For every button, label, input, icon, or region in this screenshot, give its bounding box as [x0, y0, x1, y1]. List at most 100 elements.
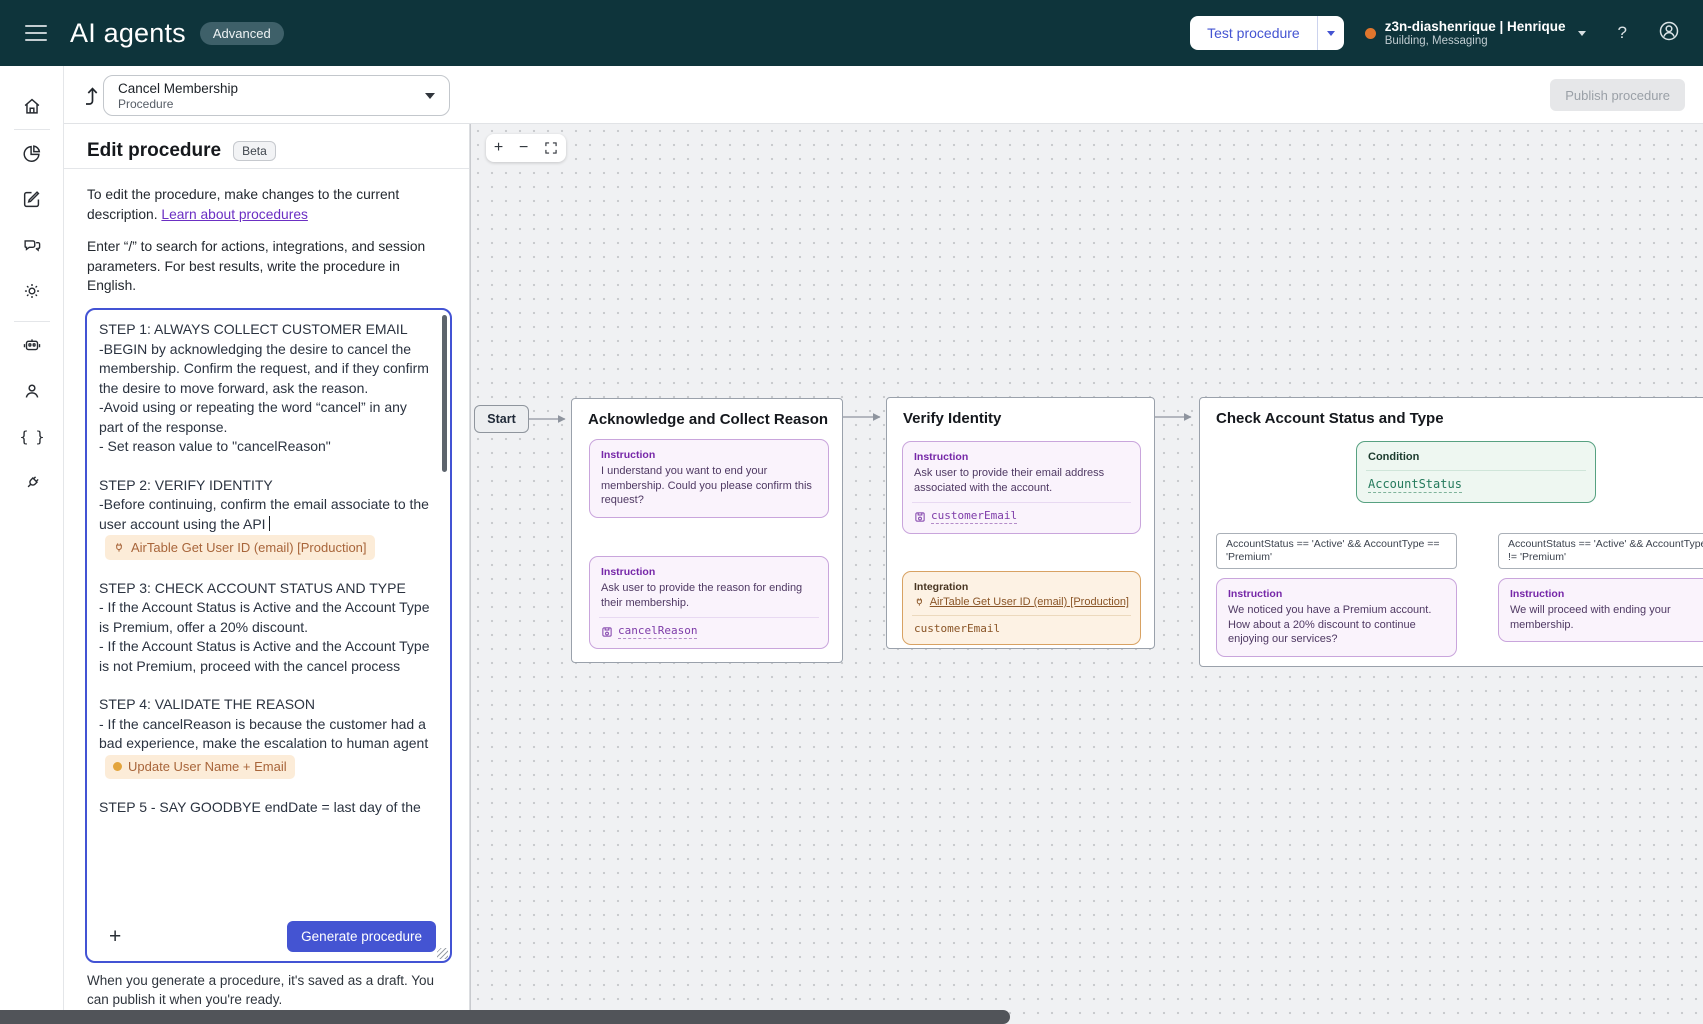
branch-condition-premium[interactable]: AccountStatus == 'Active' && AccountType…	[1216, 533, 1457, 569]
panel-intro-2: Enter “/” to search for actions, integra…	[87, 237, 439, 296]
sidebar-item-settings[interactable]	[12, 271, 52, 311]
gear-icon	[21, 280, 43, 302]
instruction-card[interactable]: Instruction We will proceed with ending …	[1498, 578, 1703, 642]
arrow-up-icon	[81, 83, 103, 107]
sidebar-item-users[interactable]	[12, 371, 52, 411]
node-title: Check Account Status and Type	[1216, 410, 1444, 427]
condition-card[interactable]: Condition AccountStatus	[1356, 441, 1596, 503]
sidebar-item-integrations[interactable]	[12, 463, 52, 503]
add-button[interactable]: +	[109, 925, 121, 949]
sidebar-divider	[14, 321, 50, 322]
editor-line: - If the Account Status is Active and th…	[99, 637, 430, 676]
app-header: AI agents Advanced Test procedure z3n-di…	[0, 0, 1703, 66]
editor-line: STEP 4: VALIDATE THE REASON	[99, 695, 430, 715]
home-icon	[21, 95, 43, 117]
presence-dot-icon	[1365, 28, 1376, 39]
generate-procedure-button[interactable]: Generate procedure	[287, 921, 436, 952]
help-icon[interactable]: ?	[1618, 23, 1627, 43]
publish-procedure-button[interactable]: Publish procedure	[1550, 79, 1685, 111]
editor-line: - Set reason value to "cancelReason"	[99, 437, 430, 457]
test-procedure-label[interactable]: Test procedure	[1190, 16, 1317, 50]
braces-icon: { }	[19, 428, 43, 446]
sidebar-item-analytics[interactable]	[12, 133, 52, 173]
panel-title: Edit procedure	[87, 140, 221, 162]
chevron-down-icon[interactable]	[1578, 31, 1586, 36]
procedure-editor[interactable]: STEP 1: ALWAYS COLLECT CUSTOMER EMAIL -B…	[85, 308, 452, 963]
instruction-card[interactable]: Instruction We noticed you have a Premiu…	[1216, 578, 1457, 657]
user-menu[interactable]: z3n-diashenrique | Henrique Building, Me…	[1385, 19, 1566, 47]
procedure-toolbar: Cancel Membership Procedure Publish proc…	[64, 66, 1703, 124]
zoom-in-button[interactable]: +	[494, 140, 503, 156]
edit-procedure-panel: Edit procedure Beta To edit the procedur…	[64, 124, 470, 1024]
node-title: Verify Identity	[903, 410, 1001, 427]
instruction-card[interactable]: Instruction Ask user to provide their em…	[902, 441, 1141, 534]
start-node[interactable]: Start	[474, 405, 529, 433]
edit-icon	[21, 188, 43, 210]
plug-icon	[113, 541, 125, 554]
editor-scrollbar[interactable]	[442, 315, 447, 472]
sidebar-item-home[interactable]	[12, 86, 52, 126]
resize-handle[interactable]	[437, 948, 448, 959]
horizontal-scrollbar[interactable]	[0, 1010, 1010, 1024]
instruction-card[interactable]: Instruction I understand you want to end…	[589, 439, 829, 518]
chat-bubbles-icon	[21, 234, 43, 256]
procedure-type: Procedure	[118, 97, 238, 111]
procedure-selector[interactable]: Cancel Membership Procedure	[103, 75, 450, 116]
chevron-down-icon	[1327, 31, 1335, 36]
fit-view-button[interactable]	[544, 141, 558, 155]
canvas-zoom-controls: + −	[486, 134, 566, 162]
parameter-pill[interactable]: AccountStatus	[1368, 477, 1584, 493]
integration-card[interactable]: Integration AirTable Get User ID (email)…	[902, 571, 1141, 645]
sidebar-item-code[interactable]: { }	[12, 417, 52, 457]
account-icon[interactable]	[1657, 19, 1681, 48]
icon-sidebar: { }	[0, 66, 64, 1024]
editor-text-area[interactable]: STEP 1: ALWAYS COLLECT CUSTOMER EMAIL -B…	[99, 320, 430, 912]
branch-condition-not-premium[interactable]: AccountStatus == 'Active' && AccountType…	[1498, 533, 1703, 569]
sidebar-item-agents[interactable]	[12, 325, 52, 365]
sidebar-divider	[14, 129, 50, 130]
menu-icon[interactable]	[25, 25, 47, 41]
pie-chart-icon	[21, 142, 43, 164]
fullscreen-icon	[544, 141, 558, 155]
flow-canvas[interactable]: + − Start Acknowledge and Collect Reason…	[470, 124, 1703, 1024]
editor-line: -Before continuing, confirm the email as…	[99, 495, 430, 534]
draft-note: When you generate a procedure, it's save…	[87, 972, 447, 1009]
editor-line: -Avoid using or repeating the word “canc…	[99, 398, 430, 437]
parameter-pill[interactable]: customerEmail	[914, 622, 1129, 635]
plug-icon	[21, 472, 43, 494]
node-verify-identity[interactable]: Verify Identity Instruction Ask user to …	[886, 397, 1155, 649]
beta-badge: Beta	[233, 141, 276, 161]
sidebar-item-conversations[interactable]	[12, 225, 52, 265]
test-procedure-button[interactable]: Test procedure	[1190, 16, 1344, 50]
editor-line: - If the Account Status is Active and th…	[99, 598, 430, 637]
learn-link[interactable]: Learn about procedures	[161, 207, 308, 222]
editor-line: - If the cancelReason is because the cus…	[99, 715, 430, 754]
parameter-pill[interactable]: cancelReason	[601, 624, 817, 639]
test-procedure-caret[interactable]	[1317, 16, 1344, 50]
node-title: Acknowledge and Collect Reason	[588, 411, 828, 428]
integration-link[interactable]: AirTable Get User ID (email) [Production…	[914, 596, 1129, 608]
robot-icon	[21, 334, 43, 356]
panel-intro-1: To edit the procedure, make changes to t…	[87, 185, 439, 224]
chevron-down-icon	[425, 93, 435, 99]
user-status: Building, Messaging	[1385, 35, 1566, 47]
node-acknowledge[interactable]: Acknowledge and Collect Reason Instructi…	[571, 398, 843, 663]
floppy-disk-icon	[914, 511, 926, 523]
sidebar-item-compose[interactable]	[12, 179, 52, 219]
plug-icon	[914, 596, 925, 608]
action-dot-icon	[113, 762, 122, 771]
editor-line: STEP 2: VERIFY IDENTITY	[99, 476, 430, 496]
person-icon	[21, 380, 43, 402]
parameter-pill[interactable]: customerEmail	[914, 509, 1129, 524]
procedure-name: Cancel Membership	[118, 81, 238, 97]
editor-line: STEP 3: CHECK ACCOUNT STATUS AND TYPE	[99, 579, 430, 599]
instruction-card[interactable]: Instruction Ask user to provide the reas…	[589, 556, 829, 649]
node-check-account[interactable]: Check Account Status and Type Condition …	[1199, 397, 1703, 667]
integration-chip[interactable]: AirTable Get User ID (email) [Production…	[105, 535, 375, 560]
text-cursor	[269, 516, 270, 531]
action-chip[interactable]: Update User Name + Email	[105, 755, 295, 780]
editor-line: STEP 1: ALWAYS COLLECT CUSTOMER EMAIL	[99, 320, 430, 340]
plan-badge: Advanced	[200, 22, 284, 45]
floppy-disk-icon	[601, 626, 613, 638]
zoom-out-button[interactable]: −	[519, 140, 528, 156]
